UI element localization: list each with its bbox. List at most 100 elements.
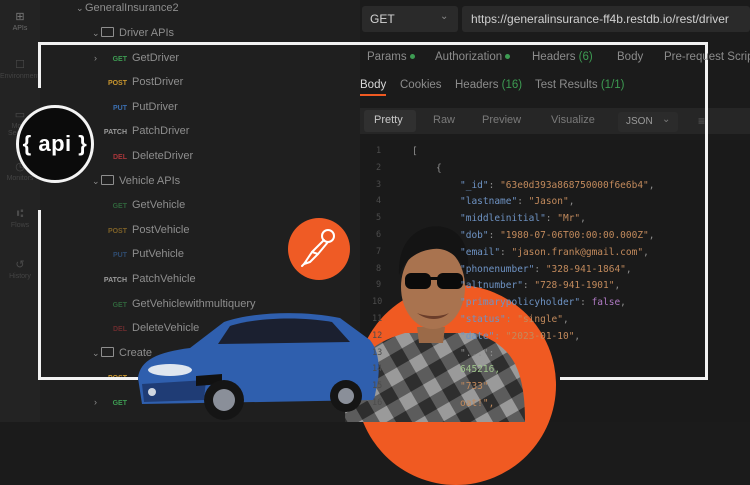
request-tab-pre-request-scrip[interactable]: Pre-request Scrip (664, 51, 750, 63)
json-key: "altnumber" (460, 280, 523, 292)
chevron-down-icon: ⌄ (440, 11, 449, 22)
json-line: "dob": "1980-07-06T00:00:00.000Z", (460, 230, 655, 241)
line-number: 15 (372, 381, 383, 392)
request-item[interactable]: GET GetVehicle (94, 199, 186, 211)
response-tab-headers[interactable]: Headers (16) (455, 79, 522, 91)
tab-label: Authorization (435, 51, 503, 63)
response-tab-cookies[interactable]: Cookies (400, 79, 442, 91)
json-key: "date" (460, 330, 495, 342)
folder-row[interactable]: ⌄ Vehicle APIs (92, 174, 180, 187)
tab-label: Headers (455, 79, 499, 91)
json-line: "primarypolicyholder": false, (460, 297, 626, 309)
folder-row[interactable]: ⌄ Driver APIs (92, 27, 174, 39)
line-number: 4 (376, 196, 382, 207)
wrap-lines-icon[interactable]: ≡ (698, 114, 705, 128)
view-mode-preview[interactable]: Preview (482, 114, 521, 126)
request-item[interactable]: PUT PutDriver (94, 101, 178, 113)
tab-count: (6) (578, 51, 593, 63)
request-name: PatchVehicle (132, 273, 196, 285)
folder-icon (101, 346, 114, 357)
method-badge: GET (112, 203, 127, 211)
json-line: [ (412, 146, 418, 157)
request-item[interactable]: PATCH PatchVehicle (94, 273, 196, 285)
chevron-right-icon: › (94, 52, 97, 63)
url-input[interactable]: https://generalinsurance-ff4b.restdb.io/… (462, 6, 750, 32)
chevron-down-icon: ⌄ (76, 3, 84, 13)
json-key: "lastname" (460, 196, 518, 208)
request-name: PutVehicle (132, 248, 184, 261)
json-token: 645216, (460, 364, 501, 376)
json-key: "_id" (460, 179, 489, 191)
response-tab-body[interactable]: Body (360, 79, 387, 96)
json-line: "lastname": "Jason", (460, 196, 575, 208)
request-tab-params[interactable]: Params (367, 51, 415, 63)
line-number: 7 (376, 246, 382, 257)
request-item[interactable]: POST PostVehicle (94, 224, 190, 236)
frame-left-lower (38, 210, 41, 380)
request-tab-authorization[interactable]: Authorization (435, 51, 511, 63)
request-tab-headers[interactable]: Headers (6) (532, 51, 593, 63)
rail-item-label: Environments (0, 73, 43, 80)
tab-label: Headers (532, 51, 576, 63)
request-item[interactable]: › GET (94, 396, 132, 408)
blue-car-photo (138, 313, 379, 420)
response-tab-test-results[interactable]: Test Results (1/1) (535, 79, 625, 91)
line-number: 12 (372, 330, 383, 341)
method-badge: GET (112, 400, 127, 407)
active-dot-icon (409, 54, 415, 59)
frame-bottom-right (560, 377, 708, 380)
rail-item-environments[interactable]: ☐ Environments (0, 58, 43, 80)
view-mode-raw[interactable]: Raw (433, 114, 455, 126)
tab-label: Pre-request Scrip (664, 51, 750, 63)
json-line: "...": (460, 348, 494, 359)
request-name: GetDriver (132, 51, 180, 64)
tab-count: (1/1) (600, 79, 625, 91)
rail-item-history[interactable]: ↺ History (0, 258, 40, 280)
line-number: 14 (372, 364, 383, 375)
line-number: 16 (372, 398, 383, 408)
collection-name: GeneralInsurance2 (85, 2, 179, 14)
json-line: { (436, 163, 442, 174)
request-item[interactable]: PATCH PatchDriver (94, 125, 190, 138)
line-number: 10 (372, 297, 383, 308)
request-item[interactable]: POST PostDriver (94, 76, 183, 88)
method-badge: PATCH (103, 277, 127, 284)
request-item[interactable]: › GET GetDriver (94, 52, 179, 64)
collection-name-row[interactable]: ⌄GeneralInsurance2 (76, 2, 179, 14)
json-token: oat!", (460, 398, 495, 409)
tab-label: Test Results (535, 79, 598, 91)
api-logo-text: { api } (22, 131, 88, 156)
format-select[interactable]: JSON ⌄ (618, 112, 678, 132)
json-key: "phonenumber" (460, 263, 535, 275)
frame-left-upper (38, 42, 41, 88)
folder-name: Driver APIs (119, 27, 175, 39)
frame-bottom-left (38, 377, 138, 380)
json-key: "middleinitial" (460, 213, 546, 225)
rail-item-flows[interactable]: ⑆ Flows (0, 208, 40, 229)
json-value: "728-941-1901" (534, 280, 615, 292)
rail-item-label: APIs (12, 25, 28, 32)
method-badge: POST (107, 227, 127, 235)
flows-icon: ⑆ (16, 208, 24, 220)
tab-label: Params (367, 51, 407, 63)
history-icon: ↺ (15, 259, 25, 271)
request-item[interactable]: PUT PutVehicle (94, 248, 184, 260)
json-key: "dob" (460, 230, 489, 241)
method-select[interactable]: GET ⌄ (362, 6, 458, 32)
url-value: https://generalinsurance-ff4b.restdb.io/… (471, 12, 729, 26)
request-item[interactable]: DEL DeleteDriver (94, 150, 193, 162)
request-tab-body[interactable]: Body (617, 51, 643, 63)
line-number: 6 (376, 230, 382, 240)
request-name: PatchDriver (132, 125, 190, 138)
view-mode-pretty[interactable]: Pretty (374, 114, 403, 126)
line-number: 2 (376, 162, 382, 173)
view-mode-visualize[interactable]: Visualize (551, 114, 595, 126)
method-badge: PUT (113, 252, 127, 260)
json-value: "2023-01-10" (505, 330, 575, 342)
tab-label: Body (617, 51, 644, 63)
folder-icon (101, 174, 114, 185)
rail-item-apis[interactable]: ⊞ APIs (0, 10, 40, 32)
json-value: "328-941-1864" (545, 263, 626, 275)
line-number: 3 (376, 179, 382, 190)
line-number: 5 (376, 213, 382, 224)
